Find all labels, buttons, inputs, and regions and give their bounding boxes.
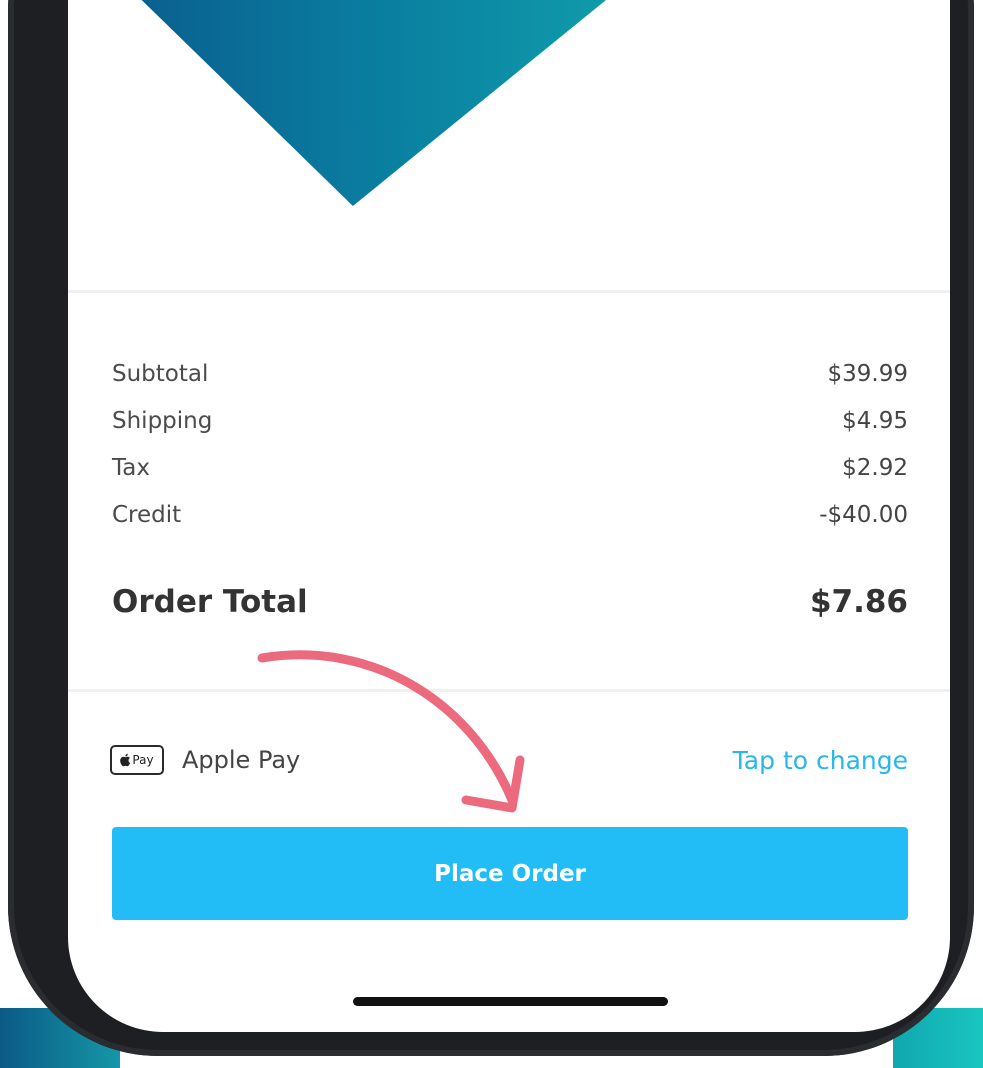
order-total-value: $7.86 [809, 584, 908, 620]
divider [68, 689, 950, 692]
subtotal-label: Subtotal [112, 360, 209, 387]
tax-label: Tax [112, 454, 150, 481]
credit-label: Credit [112, 501, 182, 528]
tax-value: $2.92 [842, 454, 908, 481]
summary-row-tax: Tax $2.92 [112, 444, 908, 491]
apple-pay-icon: Pay [110, 745, 164, 775]
payment-method: Pay Apple Pay [110, 745, 300, 775]
summary-row-credit: Credit -$40.00 [112, 491, 908, 538]
order-summary: Subtotal $39.99 Shipping $4.95 Tax $2.92… [112, 350, 908, 626]
place-order-button[interactable]: Place Order [112, 827, 908, 920]
shipping-label: Shipping [112, 407, 213, 434]
shipping-value: $4.95 [842, 407, 908, 434]
checkout-screen: Subtotal $39.99 Shipping $4.95 Tax $2.92… [68, 0, 950, 1032]
order-total-label: Order Total [112, 584, 308, 620]
order-total-row: Order Total $7.86 [112, 578, 908, 626]
home-indicator [353, 997, 668, 1006]
credit-value: -$40.00 [819, 501, 908, 528]
change-payment-link[interactable]: Tap to change [733, 746, 908, 775]
divider [68, 290, 950, 293]
summary-row-subtotal: Subtotal $39.99 [112, 350, 908, 397]
payment-method-label: Apple Pay [182, 746, 301, 774]
decorative-banner [68, 0, 778, 206]
apple-pay-logo-text: Pay [132, 753, 154, 767]
summary-row-shipping: Shipping $4.95 [112, 397, 908, 444]
subtotal-value: $39.99 [827, 360, 908, 387]
payment-method-row: Pay Apple Pay Tap to change [110, 737, 908, 783]
apple-logo-icon [120, 753, 131, 767]
